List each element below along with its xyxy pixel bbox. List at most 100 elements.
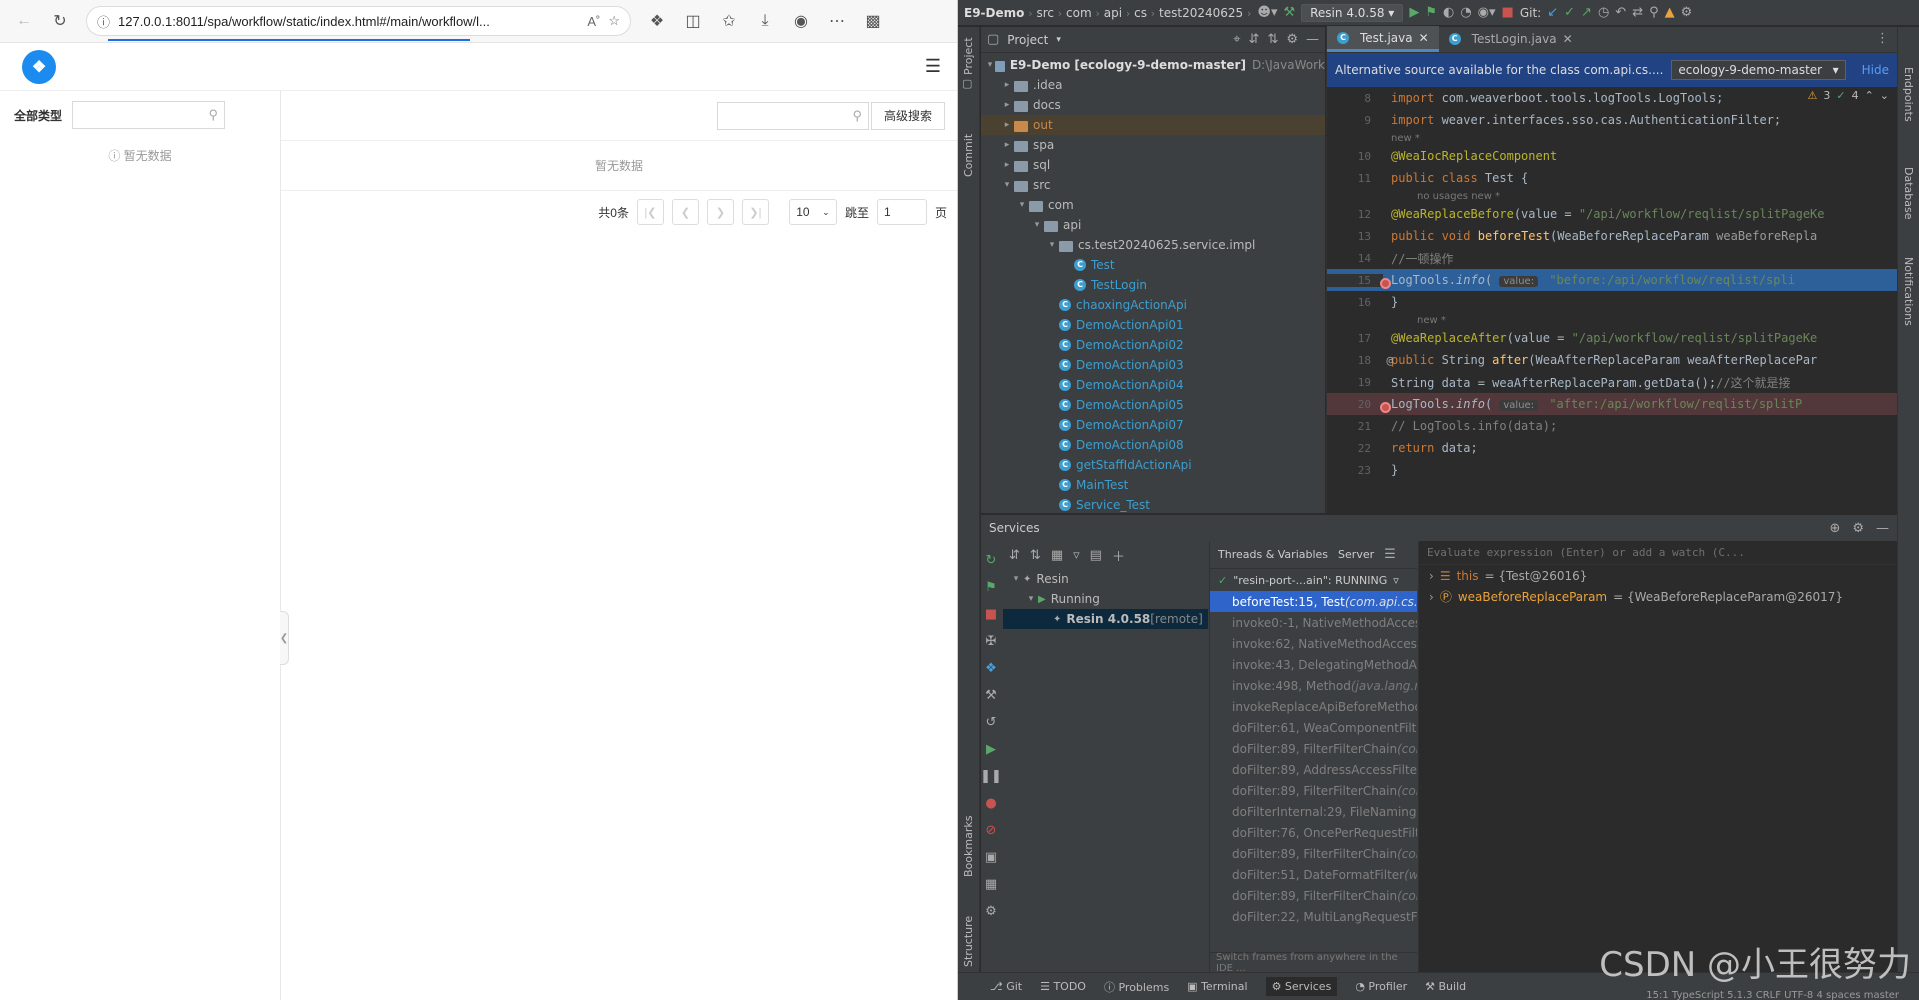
evaluate-expression-input[interactable]: Evaluate expression (Enter) or add a wat… — [1419, 541, 1897, 565]
project-tool-icon[interactable]: ▢ — [962, 77, 972, 90]
tool-problems[interactable]: ⓘ Problems — [1104, 979, 1169, 995]
tree-node[interactable]: ▸ sql — [981, 155, 1325, 175]
expand-arrow-icon[interactable]: ▸ — [1000, 80, 1014, 90]
layout-icon[interactable]: ▦ — [985, 877, 997, 892]
stack-frame[interactable]: doFilter:76, OncePerRequestFilter (org. — [1210, 822, 1417, 843]
stack-frame[interactable]: invokeReplaceApiBeforeMethod:124, V — [1210, 696, 1417, 717]
stack-frame[interactable]: doFilterInternal:29, FileNamingCheckFil — [1210, 801, 1417, 822]
hide-banner-link[interactable]: Hide — [1862, 63, 1889, 77]
rollback-icon[interactable]: ↶ — [1615, 5, 1626, 20]
tool-services[interactable]: ⚙ Services — [1265, 977, 1338, 996]
tool-profiler[interactable]: ◔ Profiler — [1355, 980, 1407, 993]
service-node[interactable]: ✦ Resin 4.0.58 [remote] — [1003, 609, 1208, 629]
code-line[interactable]: 22 return data; — [1327, 437, 1897, 459]
deploy-icon[interactable]: ✠ — [986, 634, 997, 649]
run-config-select[interactable]: Resin 4.0.58 ▾ — [1301, 3, 1404, 22]
breadcrumb-item[interactable]: E9-Demo — [964, 6, 1024, 20]
layout-menu-icon[interactable]: ☰ — [1384, 547, 1396, 562]
filter-icon[interactable]: ▿ — [1393, 574, 1399, 587]
stop-icon[interactable]: ■ — [985, 607, 997, 622]
project-tool-label[interactable]: Project — [962, 37, 975, 75]
new-tab-icon[interactable]: ▤ — [1090, 548, 1102, 563]
search-icon[interactable]: ⚲ — [208, 107, 218, 123]
tree-node[interactable]: C DemoActionApi02 — [981, 335, 1325, 355]
commit-tool-label[interactable]: Commit — [962, 134, 975, 177]
update-icon[interactable]: ↙ — [1547, 5, 1558, 20]
expand-arrow-icon[interactable]: ▾ — [985, 60, 995, 70]
stack-frame[interactable]: invoke:62, NativeMethodAccessorImpl — [1210, 633, 1417, 654]
restart-icon[interactable]: ↺ — [986, 715, 997, 730]
tree-node[interactable]: C Test — [981, 255, 1325, 275]
tool-build[interactable]: ⚒ Build — [1425, 980, 1466, 993]
filter-icon[interactable]: ▿ — [1073, 548, 1080, 563]
address-bar[interactable]: ⓘ 127.0.0.1:8011/spa/workflow/static/ind… — [86, 6, 631, 36]
stack-frame[interactable]: invoke0:-1, NativeMethodAccessorImp — [1210, 612, 1417, 633]
wrench-icon[interactable]: ⚒ — [985, 688, 997, 703]
expand-arrow-icon[interactable]: ▾ — [1015, 200, 1029, 210]
tree-node[interactable]: C TestLogin — [981, 275, 1325, 295]
settings-gear-icon[interactable]: ⚙ — [1286, 32, 1298, 47]
read-aloud-icon[interactable]: A˚ — [587, 14, 600, 29]
user-icon[interactable]: ☻▾ — [1257, 5, 1277, 20]
expand-all-icon[interactable]: ⇵ — [1249, 32, 1260, 47]
tree-node[interactable]: ▾ cs.test20240625.service.impl — [981, 235, 1325, 255]
downloads-icon[interactable]: ⤓ — [749, 6, 781, 36]
back-icon[interactable]: ← — [8, 6, 40, 36]
app-logo-icon[interactable]: ❖ — [22, 49, 56, 84]
next-highlight-icon[interactable]: ⌄ — [1880, 89, 1889, 102]
settings-gear-icon[interactable]: ⚙ — [1852, 521, 1864, 536]
reload-icon[interactable]: ↻ — [44, 6, 76, 36]
expand-arrow-icon[interactable]: ▸ — [1000, 140, 1014, 150]
hide-icon[interactable]: — — [1876, 521, 1889, 536]
menu-icon[interactable]: ☰ — [925, 56, 941, 77]
tool-git[interactable]: ⎇ Git — [990, 980, 1022, 993]
code-line[interactable]: 15 LogTools.info( value: "before:/api/wo… — [1327, 269, 1897, 291]
first-page-icon[interactable]: |❮ — [636, 199, 664, 225]
code-line[interactable]: 18 @ public String after(WeaAfterReplaceP… — [1327, 349, 1897, 371]
tree-node[interactable]: ▸ docs — [981, 95, 1325, 115]
search-icon[interactable]: ⚲ — [852, 108, 862, 124]
stack-frame[interactable]: doFilter:22, MultiLangRequestForWeblc — [1210, 906, 1417, 927]
translate-icon[interactable]: ⇄ — [1632, 5, 1643, 20]
tool-todo[interactable]: ☰ TODO — [1040, 980, 1086, 993]
tree-node[interactable]: CchaoxingActionApi — [981, 295, 1325, 315]
expand-arrow-icon[interactable]: ▸ — [1000, 120, 1014, 130]
mute-breakpoints-icon[interactable]: ⊘ — [986, 823, 997, 838]
breadcrumb-item[interactable]: src — [1036, 6, 1054, 20]
bookmarks-tool-label[interactable]: Bookmarks — [962, 816, 975, 877]
endpoints-tool-label[interactable]: Endpoints — [1902, 67, 1915, 122]
stack-frame[interactable]: doFilter:89, FilterFilterChain (com.cauc… — [1210, 738, 1417, 759]
tree-node[interactable]: C DemoActionApi01 — [981, 315, 1325, 335]
group-icon[interactable]: ▦ — [1051, 548, 1063, 563]
collapse-all-icon[interactable]: ⇅ — [1030, 548, 1041, 563]
expand-arrow-icon[interactable]: › — [1429, 569, 1434, 583]
tab-test-java[interactable]: C Test.java ✕ — [1327, 26, 1439, 52]
code-line[interactable]: 9 import weaver.interfaces.sso.cas.Authen… — [1327, 109, 1897, 131]
info-icon[interactable]: ⓘ — [97, 12, 110, 31]
update-app-icon[interactable]: ❖ — [985, 661, 997, 676]
tree-node[interactable]: C DemoActionApi04 — [981, 375, 1325, 395]
structure-tool-label[interactable]: Structure — [962, 916, 975, 967]
code-line[interactable]: 23 } — [1327, 459, 1897, 481]
stack-frame[interactable]: doFilter:89, FilterFilterChain (com.cauc… — [1210, 885, 1417, 906]
rerun-icon[interactable]: ↻ — [986, 553, 997, 568]
hammer-icon[interactable]: ⚒ — [1283, 5, 1295, 20]
tree-node[interactable]: C Service_Test — [981, 495, 1325, 515]
debug-icon[interactable]: ⚑ — [1425, 5, 1437, 20]
tree-node[interactable]: ▾ com — [981, 195, 1325, 215]
thread-selector[interactable]: ✓ "resin-port-...ain": RUNNING ▿ — [1210, 569, 1417, 591]
code-line[interactable]: 21 // LogTools.info(data); — [1327, 415, 1897, 437]
expand-arrow-icon[interactable]: › — [1429, 590, 1434, 604]
variable-row[interactable]: › ☰ this = {Test@26016} — [1419, 565, 1897, 586]
add-icon[interactable]: ＋ — [1112, 546, 1125, 565]
jump-page-input[interactable]: 1 — [876, 199, 927, 225]
project-title[interactable]: Project — [1007, 33, 1048, 47]
locate-icon[interactable]: ⌖ — [1233, 32, 1240, 47]
extensions-icon[interactable]: ❖ — [641, 6, 673, 36]
database-tool-label[interactable]: Database — [1902, 167, 1915, 220]
tree-node[interactable]: ▾ E9-Demo [ecology-9-demo-master] D:\Java… — [981, 55, 1325, 75]
stop-icon[interactable]: ■ — [1502, 5, 1514, 20]
notifications-tool-label[interactable]: Notifications — [1902, 257, 1915, 326]
list-search-input[interactable]: ⚲ — [716, 101, 869, 130]
sidebar-toggle-icon[interactable]: ▩ — [857, 6, 889, 36]
